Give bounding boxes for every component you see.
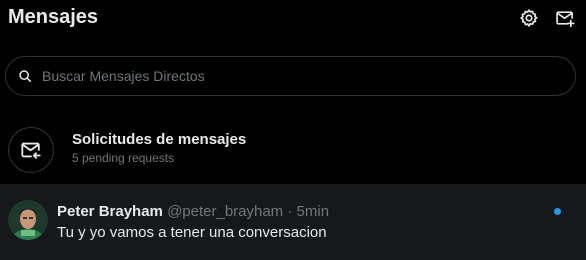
message-requests-count: 5 pending requests	[72, 151, 175, 165]
conversation-item[interactable]: Peter Brayham @peter_brayham · 5min Tu y…	[0, 184, 586, 260]
message-requests-icon-circle	[8, 127, 54, 173]
avatar[interactable]	[8, 200, 48, 240]
conversation-header: Peter Brayham @peter_brayham · 5min	[57, 203, 329, 220]
settings-button[interactable]	[518, 7, 540, 29]
page-title: Mensajes	[8, 6, 99, 28]
new-message-button[interactable]	[554, 7, 576, 29]
conversation-handle: @peter_brayham	[167, 203, 284, 220]
separator-dot: ·	[287, 203, 293, 220]
messages-header: Mensajes	[0, 0, 586, 38]
envelope-arrow-icon	[21, 142, 41, 159]
search-input[interactable]	[40, 67, 544, 85]
message-requests-title: Solicitudes de mensajes	[72, 131, 247, 148]
new-message-icon	[556, 11, 575, 28]
conversation-preview: Tu y yo vamos a tener una conversacion	[57, 224, 327, 241]
gear-icon	[520, 9, 538, 27]
unread-indicator	[554, 208, 561, 215]
search-box[interactable]	[5, 56, 576, 96]
search-icon	[18, 68, 34, 84]
conversation-time: 5min	[296, 203, 330, 220]
message-requests-item[interactable]: Solicitudes de mensajes 5 pending reques…	[0, 118, 586, 178]
conversation-name[interactable]: Peter Brayham	[57, 203, 163, 220]
